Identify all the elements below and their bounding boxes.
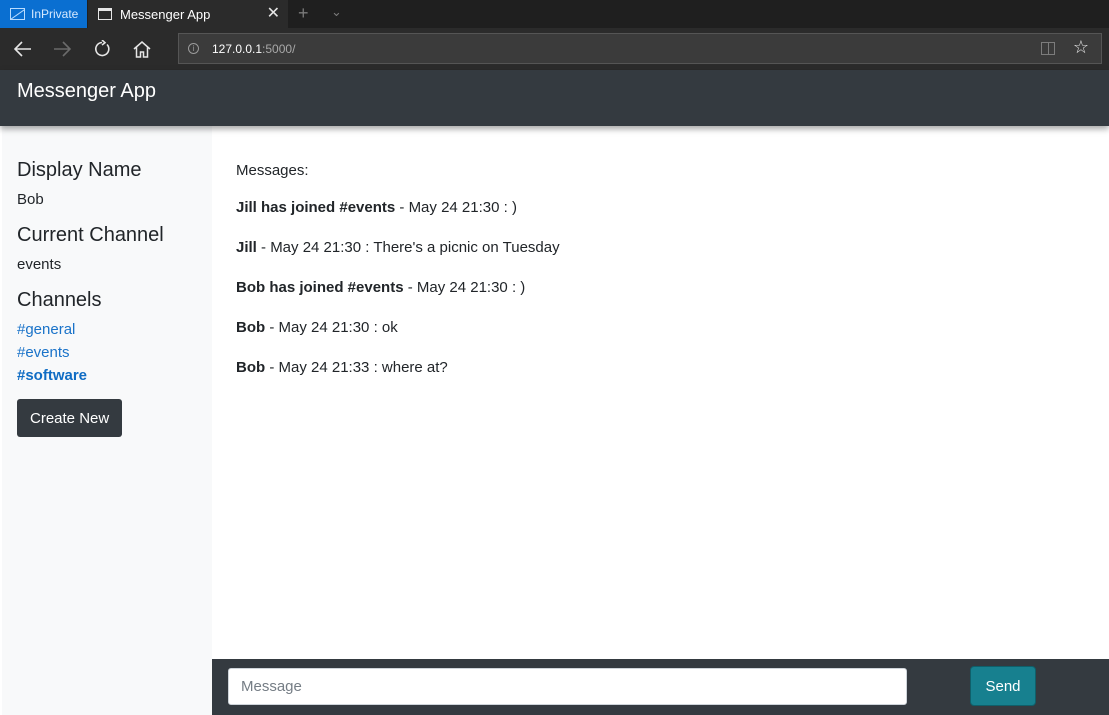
messages-heading: Messages: xyxy=(236,162,309,179)
channel-item: #events xyxy=(17,344,212,362)
display-name-value: Bob xyxy=(17,191,44,208)
forward-arrow-icon[interactable] xyxy=(48,36,76,62)
message-text: - May 24 21:30 : ok xyxy=(265,319,398,336)
message-author: Bob has joined #events xyxy=(236,279,404,296)
channel-list: #general #events #software xyxy=(17,321,212,385)
channel-item: #software xyxy=(17,367,212,385)
refresh-icon[interactable] xyxy=(88,36,116,62)
message-author: Jill xyxy=(236,239,257,256)
message-item: Jill - May 24 21:30 : There's a picnic o… xyxy=(236,237,1086,259)
message-input[interactable] xyxy=(228,668,907,705)
messenger-app: Messenger App Display Name Bob Current C… xyxy=(0,70,1109,715)
tab-title: Messenger App xyxy=(120,6,211,22)
channels-heading: Channels xyxy=(17,289,102,311)
channel-item: #general xyxy=(17,321,212,339)
create-new-channel-button[interactable]: Create New xyxy=(17,399,123,437)
home-icon[interactable] xyxy=(128,36,156,62)
message-text: - May 24 21:33 : where at? xyxy=(265,359,448,376)
chevron-down-icon[interactable]: ⌄ xyxy=(331,4,342,20)
message-author: Bob xyxy=(236,319,266,336)
channel-link-events[interactable]: #events xyxy=(17,344,70,361)
app-header: Messenger App xyxy=(0,70,1109,126)
inprivate-icon xyxy=(10,8,25,20)
page-icon xyxy=(98,8,112,20)
star-icon[interactable]: ☆ xyxy=(1073,37,1089,58)
address-bar[interactable]: i 127.0.0.1:5000/ ☆ xyxy=(178,33,1102,64)
channel-link-software[interactable]: #software xyxy=(17,367,87,384)
info-icon[interactable]: i xyxy=(188,43,199,54)
browser-tab-strip: InPrivate Messenger App ✕ + ⌄ xyxy=(0,0,1109,28)
url-path: :5000/ xyxy=(262,41,296,56)
reading-view-icon[interactable] xyxy=(1041,42,1055,55)
message-author: Jill has joined #events xyxy=(236,199,396,216)
message-item: Bob has joined #events - May 24 21:30 : … xyxy=(236,277,1086,299)
sidebar: Display Name Bob Current Channel events … xyxy=(2,126,212,715)
current-channel-heading: Current Channel xyxy=(17,224,164,246)
channel-link-general[interactable]: #general xyxy=(17,321,75,338)
message-text: - May 24 21:30 : ) xyxy=(395,199,517,216)
new-tab-icon[interactable]: + xyxy=(298,3,309,24)
message-item: Bob - May 24 21:30 : ok xyxy=(236,317,1086,339)
browser-tab[interactable]: Messenger App ✕ xyxy=(88,0,288,28)
browser-toolbar: i 127.0.0.1:5000/ ☆ xyxy=(0,28,1109,70)
url-text[interactable]: 127.0.0.1:5000/ xyxy=(212,42,295,56)
app-brand[interactable]: Messenger App xyxy=(17,80,156,103)
message-composer: Send xyxy=(212,659,1109,715)
url-host: 127.0.0.1 xyxy=(212,41,263,56)
current-channel-value: events xyxy=(17,256,62,273)
back-arrow-icon[interactable] xyxy=(9,36,37,62)
close-tab-icon[interactable]: ✕ xyxy=(267,3,280,23)
message-list: Messages: Jill has joined #events - May … xyxy=(236,162,1086,397)
message-item: Jill has joined #events - May 24 21:30 :… xyxy=(236,197,1086,219)
inprivate-label: InPrivate xyxy=(31,7,79,21)
message-author: Bob xyxy=(236,359,266,376)
inprivate-badge: InPrivate xyxy=(0,0,87,28)
message-text: - May 24 21:30 : ) xyxy=(403,279,526,296)
display-name-heading: Display Name xyxy=(17,159,142,181)
message-text: - May 24 21:30 : There's a picnic on Tue… xyxy=(256,239,560,256)
send-button[interactable]: Send xyxy=(970,666,1036,706)
message-item: Bob - May 24 21:33 : where at? xyxy=(236,357,1086,379)
